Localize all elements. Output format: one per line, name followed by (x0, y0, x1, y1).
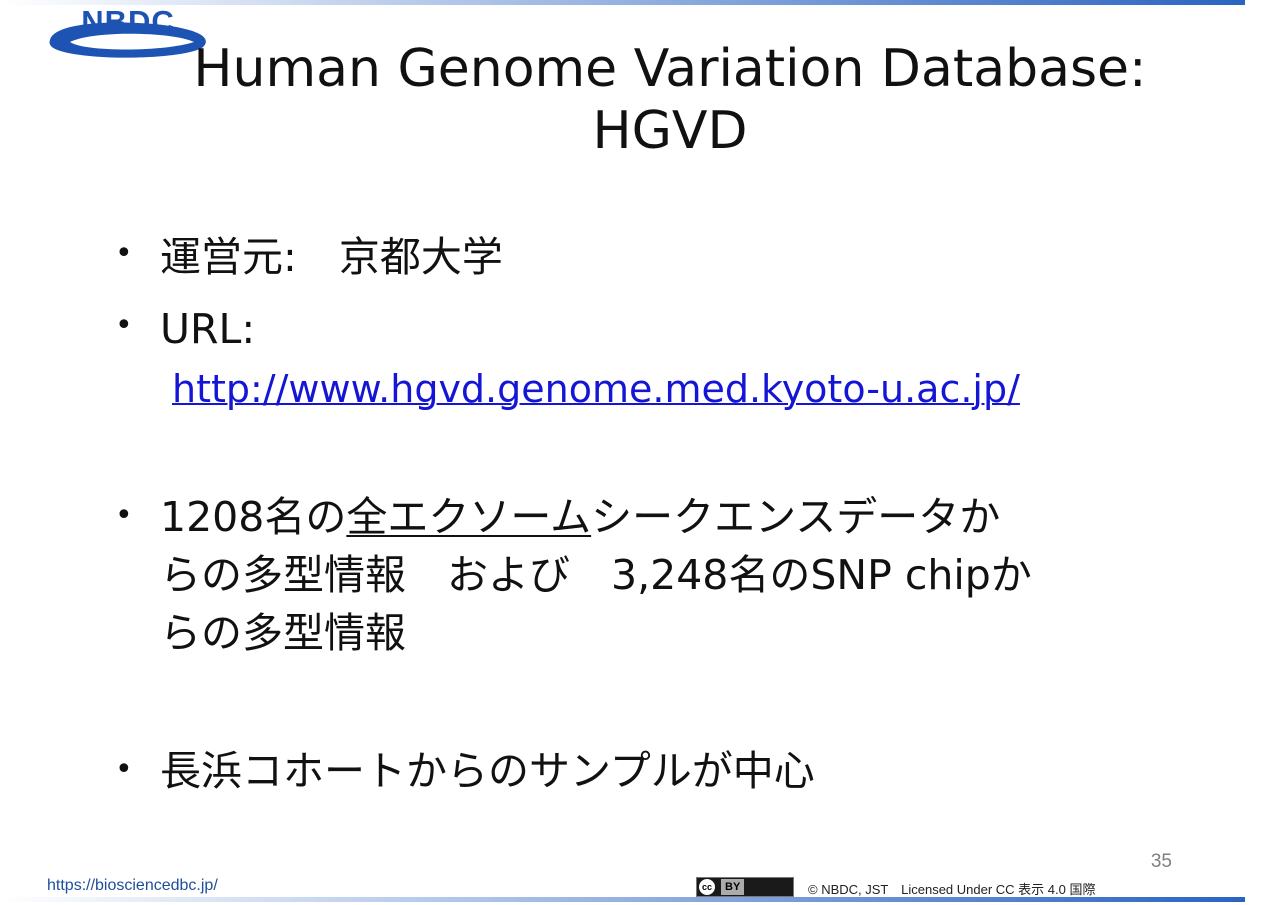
bullet-marker: • (115, 236, 133, 271)
bullet-marker: • (115, 308, 133, 343)
samples-text: 長浜コホートからのサンプルが中心 (160, 747, 815, 795)
cc-icon: cc (699, 879, 715, 895)
operator-value: 京都大学 (338, 233, 503, 281)
page-number: 35 (1150, 851, 1172, 872)
license-text: © NBDC, JST Licensed Under CC 表示 4.0 国際 (808, 882, 1096, 897)
bottom-accent-rule (0, 897, 1245, 902)
cc-by-badge[interactable]: cc BY (696, 877, 794, 897)
footer-site-link[interactable]: https://biosciencedbc.jp/ (47, 877, 218, 895)
data-line-2: らの多型情報 および 3,248名のSNP chipか (160, 551, 1032, 599)
bullet-list: • 運営元: 京都大学 • URL: http://www.hgvd.genome… (0, 0, 1280, 905)
whole-exome-underlined: 全エクソーム (346, 493, 592, 541)
data-line-1-prefix: 1208名の (160, 493, 347, 541)
data-line-1: 1208名の全エクソームシークエンスデータか (160, 490, 1000, 544)
bullet-marker: • (115, 752, 133, 787)
by-icon: BY (721, 879, 745, 895)
data-line-3: らの多型情報 (160, 609, 406, 657)
operator-label: 運営元: (160, 233, 297, 281)
url-label: URL: (160, 305, 256, 353)
bullet-operator: 運営元: 京都大学 (160, 230, 503, 284)
hgvd-url-link[interactable]: http://www.hgvd.genome.med.kyoto-u.ac.jp… (172, 362, 1020, 416)
data-line-1-suffix: シークエンスデータか (591, 493, 1001, 541)
bullet-marker: • (115, 498, 133, 533)
